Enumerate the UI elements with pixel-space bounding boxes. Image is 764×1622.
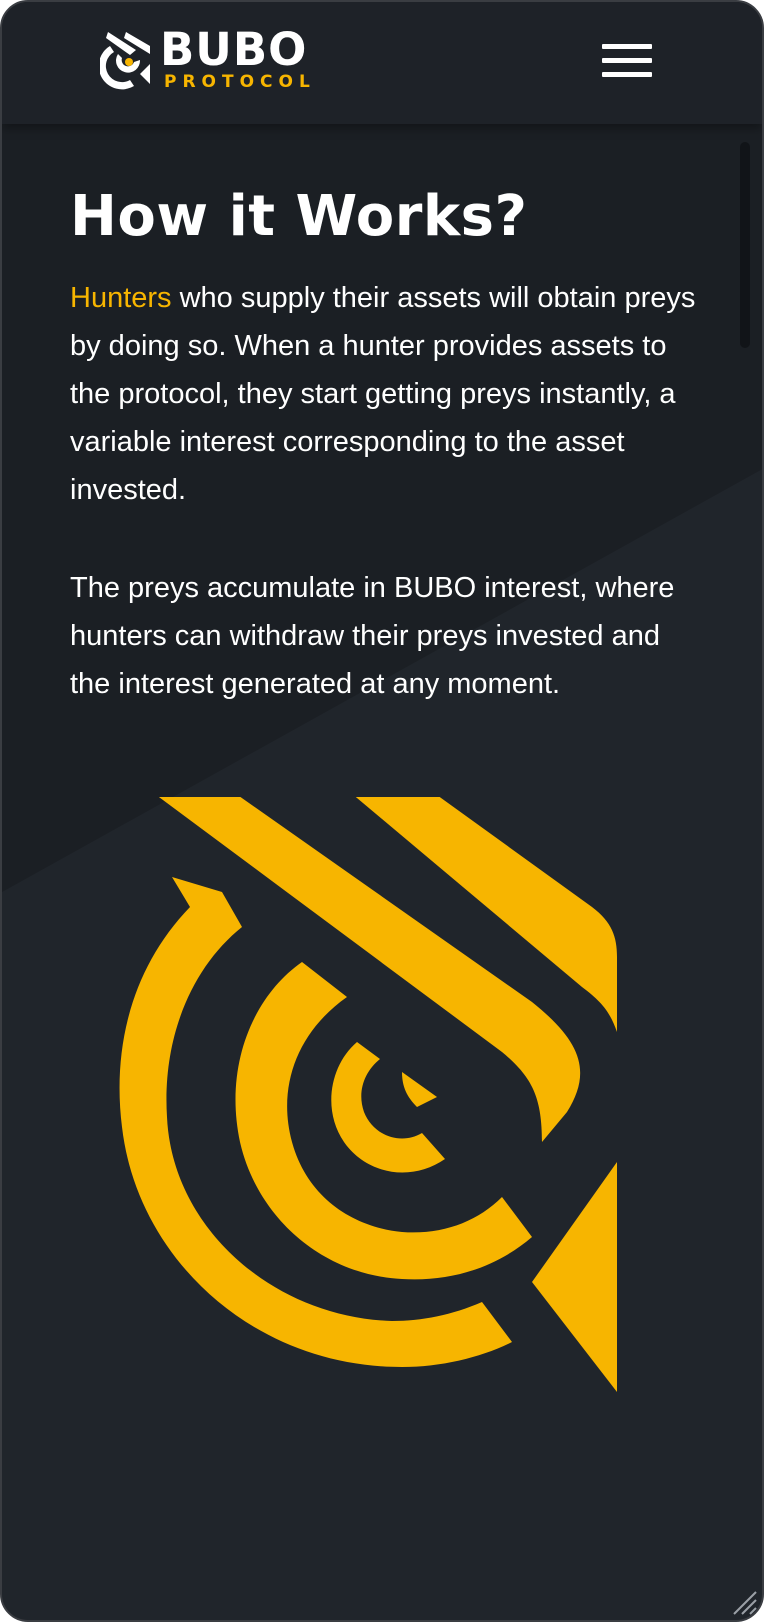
intro-paragraph-text: who supply their assets will obtain prey… <box>70 282 696 506</box>
hamburger-menu-icon[interactable] <box>602 42 654 80</box>
bubo-owl-eye-logo-icon <box>119 797 617 1392</box>
section-title: How it Works? <box>70 184 528 249</box>
brand-name: BUBO <box>160 23 308 76</box>
owl-eye-logo-icon <box>100 32 150 90</box>
hunters-highlight: Hunters <box>70 282 172 314</box>
intro-paragraph: Hunters who supply their assets will obt… <box>70 274 700 514</box>
scrollbar-thumb[interactable] <box>740 142 750 348</box>
brand-subtitle: PROTOCOL <box>164 72 316 92</box>
top-navbar: BUBO PROTOCOL <box>2 2 762 124</box>
page-frame: BUBO PROTOCOL How it Works? Hunters who … <box>0 0 764 1622</box>
brand-logo[interactable]: BUBO PROTOCOL <box>100 24 310 94</box>
accumulation-paragraph: The preys accumulate in BUBO interest, w… <box>70 572 675 700</box>
resize-grip-icon[interactable] <box>728 1586 758 1616</box>
